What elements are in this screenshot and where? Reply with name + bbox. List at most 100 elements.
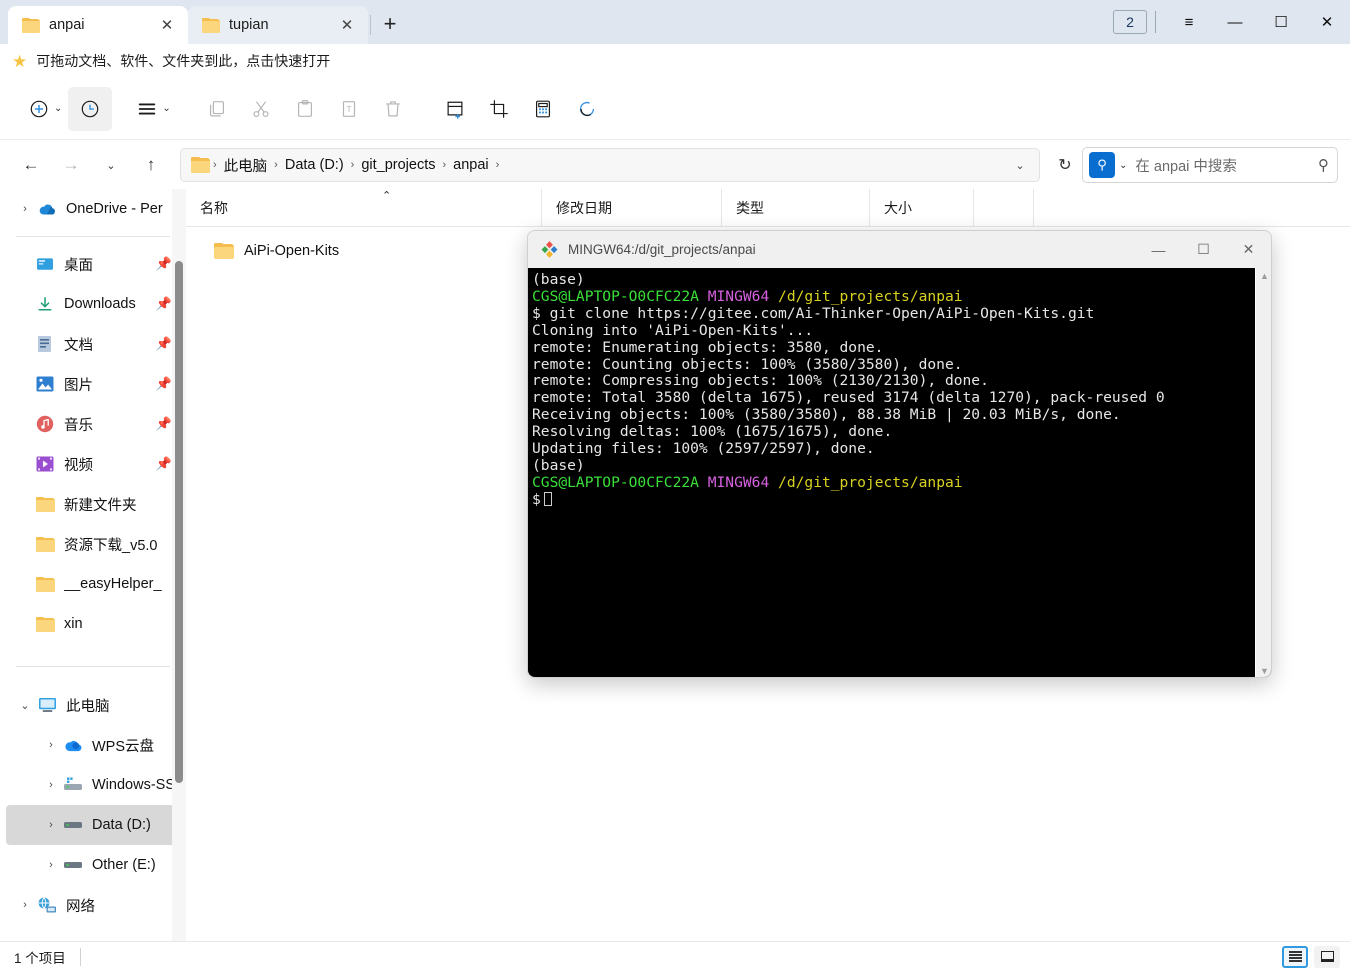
drag-hint-bar[interactable]: ★ 可拖动文档、软件、文件夹到此，点击快速打开 — [0, 44, 1350, 78]
sidebar-item-downloads[interactable]: Downloads 📌 — [6, 284, 182, 324]
tab-anpai[interactable]: anpai ✕ — [8, 6, 188, 44]
terminal-body[interactable]: (base) CGS@LAPTOP-O0CFC22A MINGW64 /d/git… — [528, 268, 1271, 677]
large-icons-view-button[interactable] — [1314, 945, 1340, 968]
chevron-down-icon[interactable]: ⌄ — [1007, 151, 1033, 179]
breadcrumb-item-anpai[interactable]: anpai — [447, 154, 494, 176]
new-note-button[interactable] — [433, 87, 477, 131]
sidebar-item-data-d[interactable]: › Data (D:) — [6, 805, 182, 845]
close-icon[interactable]: ✕ — [156, 14, 178, 36]
sidebar-item-pictures[interactable]: 图片 📌 — [6, 364, 182, 404]
chevron-right-icon[interactable]: › — [40, 814, 62, 836]
column-header-size[interactable]: 大小 — [870, 188, 974, 227]
hamburger-menu-icon[interactable]: ≡ — [1166, 0, 1212, 44]
magnifier-icon[interactable]: ⚲ — [1318, 156, 1329, 174]
mingw64-terminal-window[interactable]: MINGW64:/d/git_projects/anpai — ☐ ✕ (bas… — [527, 230, 1272, 678]
chevron-right-icon[interactable]: › — [14, 198, 36, 220]
breadcrumb-separator: › — [495, 159, 500, 171]
sidebar-scrollbar[interactable] — [172, 189, 186, 941]
terminal-scrollbar[interactable]: ▲ ▼ — [1255, 268, 1271, 677]
pin-icon[interactable]: 📌 — [156, 256, 172, 272]
item-count-label: 1 个项目 — [14, 950, 66, 966]
forward-button[interactable]: → — [54, 148, 88, 182]
chevron-right-icon[interactable]: › — [14, 894, 36, 916]
terminal-title-bar[interactable]: MINGW64:/d/git_projects/anpai — ☐ ✕ — [528, 231, 1271, 268]
sidebar-item-network[interactable]: › 网络 — [6, 885, 182, 925]
column-header-name[interactable]: 名称 ⌃ — [186, 188, 542, 227]
maximize-icon[interactable]: ☐ — [1181, 231, 1226, 268]
sidebar-item-new-folder[interactable]: 新建文件夹 — [6, 484, 182, 524]
column-header-date[interactable]: 修改日期 — [542, 188, 722, 227]
chevron-down-icon[interactable]: ⌄ — [14, 694, 36, 716]
terminal-output[interactable]: (base) CGS@LAPTOP-O0CFC22A MINGW64 /d/git… — [528, 268, 1255, 677]
cut-button[interactable] — [239, 87, 283, 131]
delete-button[interactable] — [371, 87, 415, 131]
history-button[interactable] — [68, 86, 113, 131]
rename-button[interactable]: T — [327, 87, 371, 131]
refresh-icon[interactable]: ↻ — [1048, 148, 1082, 182]
scroll-down-icon[interactable]: ▼ — [1260, 666, 1269, 676]
chevron-right-icon[interactable]: › — [40, 854, 62, 876]
sidebar-item-label: Downloads — [64, 296, 136, 312]
pin-icon[interactable]: 📌 — [156, 416, 172, 432]
minimize-icon[interactable]: — — [1136, 231, 1181, 268]
pin-icon[interactable]: 📌 — [156, 336, 172, 352]
search-icon[interactable]: ⚲ — [1089, 152, 1115, 178]
sidebar-item-label: 此电脑 — [66, 698, 110, 715]
breadcrumb-item-this-pc[interactable]: 此电脑 — [218, 152, 274, 179]
chevron-right-icon[interactable]: › — [40, 734, 62, 756]
sidebar-item-onedrive[interactable]: › OneDrive - Per — [6, 189, 182, 229]
close-icon[interactable]: ✕ — [336, 14, 358, 36]
terminal-text: CGS@LAPTOP-O0CFC22A — [532, 473, 699, 491]
sidebar-item-windows-ssd[interactable]: › Windows-SSD — [6, 765, 182, 805]
sidebar-item-other-e[interactable]: › Other (E:) — [6, 845, 182, 885]
chevron-down-icon[interactable]: ⌄ — [1119, 160, 1127, 171]
recent-locations-button[interactable]: ⌄ — [94, 148, 128, 182]
tab-label: tupian — [229, 17, 269, 33]
scrollbar-thumb[interactable] — [175, 261, 183, 783]
pin-icon[interactable]: 📌 — [156, 456, 172, 472]
terminal-text: Updating files: 100% (2597/2597), done. — [532, 440, 875, 458]
terminal-line: CGS@LAPTOP-O0CFC22A MINGW64 /d/git_proje… — [532, 473, 1255, 492]
new-tab-button[interactable]: + — [373, 7, 407, 41]
paste-button[interactable] — [283, 87, 327, 131]
breadcrumb-item-git-projects[interactable]: git_projects — [355, 154, 441, 176]
back-button[interactable]: ← — [14, 148, 48, 182]
copy-button[interactable] — [195, 87, 239, 131]
terminal-line: remote: Counting objects: 100% (3580/358… — [532, 356, 1255, 374]
maximize-icon[interactable]: ☐ — [1258, 0, 1304, 44]
screenshot-button[interactable] — [477, 87, 521, 131]
sync-button[interactable] — [565, 87, 609, 131]
close-icon[interactable]: ✕ — [1304, 0, 1350, 44]
tab-count-badge[interactable]: 2 — [1113, 10, 1147, 34]
sidebar-item-desktop[interactable]: 桌面 📌 — [6, 244, 182, 284]
pin-icon[interactable]: 📌 — [156, 296, 172, 312]
terminal-line: remote: Enumerating objects: 3580, done. — [532, 339, 1255, 357]
calculator-button[interactable] — [521, 87, 565, 131]
sidebar-item-documents[interactable]: 文档 📌 — [6, 324, 182, 364]
sidebar-item-easyhelper[interactable]: __easyHelper_ — [6, 564, 182, 604]
column-header-type[interactable]: 类型 — [722, 188, 870, 227]
sidebar-item-this-pc[interactable]: ⌄ 此电脑 — [6, 685, 182, 725]
breadcrumb-item-data-d[interactable]: Data (D:) — [279, 154, 350, 176]
scroll-up-icon[interactable]: ▲ — [1260, 271, 1269, 281]
details-view-button[interactable] — [1282, 945, 1308, 968]
tab-tupian[interactable]: tupian ✕ — [188, 6, 368, 44]
new-item-button[interactable]: ⌄ — [22, 87, 68, 131]
drive-icon — [62, 859, 84, 871]
sidebar-item-music[interactable]: 音乐 📌 — [6, 404, 182, 444]
pin-icon[interactable]: 📌 — [156, 376, 172, 392]
sidebar-item-resource-download[interactable]: 资源下载_v5.0 — [6, 524, 182, 564]
minimize-icon[interactable]: — — [1212, 0, 1258, 44]
search-input[interactable]: ⚲ ⌄ 在 anpai 中搜索 ⚲ — [1082, 147, 1338, 183]
sort-view-button[interactable]: ⌄ — [130, 87, 176, 131]
sidebar-item-xin[interactable]: xin — [6, 604, 182, 644]
terminal-text: CGS@LAPTOP-O0CFC22A — [532, 287, 699, 305]
sidebar-item-wps-cloud[interactable]: › WPS云盘 — [6, 725, 182, 765]
column-header-extra[interactable] — [974, 188, 1034, 227]
sidebar-item-videos[interactable]: 视频 📌 — [6, 444, 182, 484]
address-bar[interactable]: › 此电脑 › Data (D:) › git_projects › anpai… — [180, 148, 1040, 182]
close-icon[interactable]: ✕ — [1226, 231, 1271, 268]
chevron-right-icon[interactable]: › — [40, 774, 62, 796]
up-button[interactable]: ↑ — [134, 148, 168, 182]
sidebar-item-label: xin — [64, 616, 83, 632]
